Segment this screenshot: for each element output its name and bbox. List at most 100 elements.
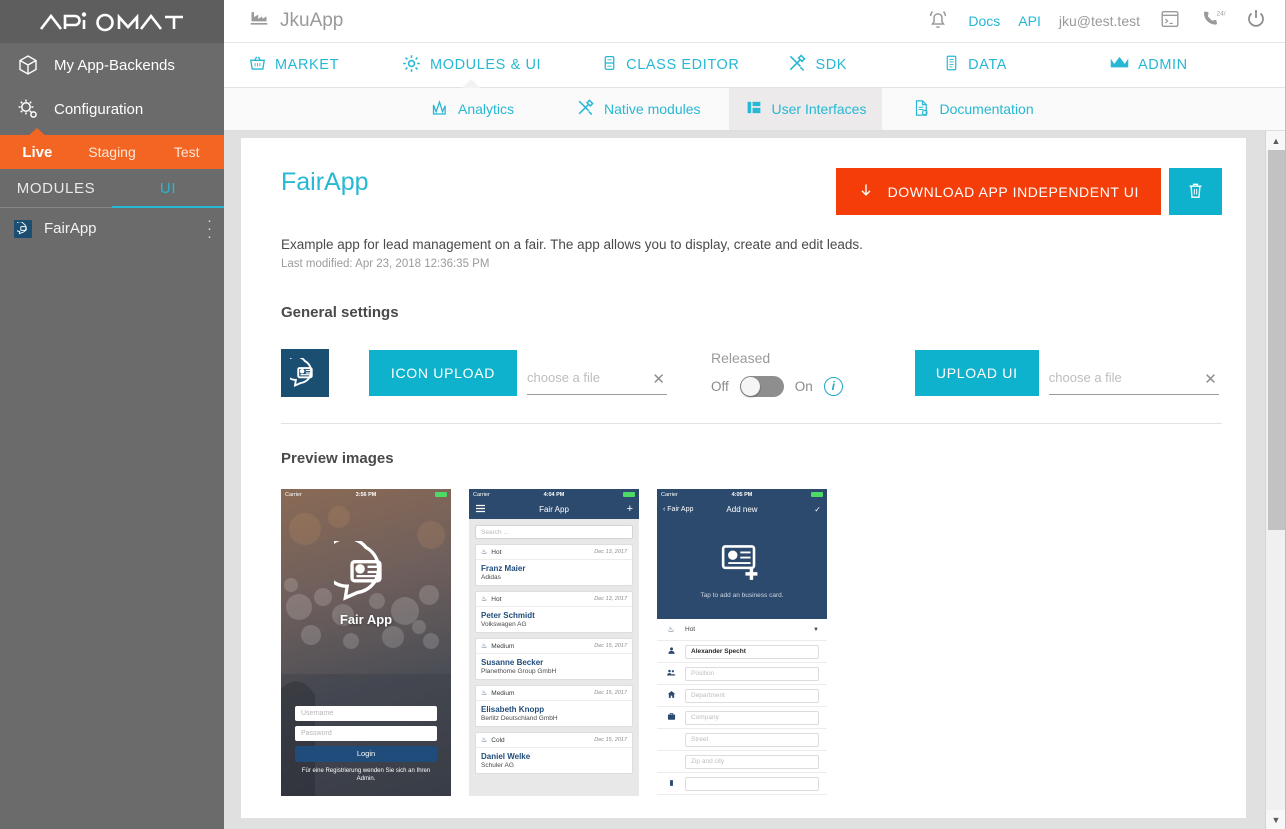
tab-ui[interactable]: UI	[112, 169, 224, 207]
phone-24-7-icon[interactable]: 24/7	[1200, 8, 1230, 35]
tab-label: Documentation	[939, 101, 1034, 117]
people-icon	[665, 668, 677, 679]
crown-icon	[1109, 54, 1130, 76]
field-row[interactable]: Company	[657, 707, 827, 729]
lead-meta: ♨ Cold Dec 15, 2017	[476, 733, 632, 748]
nav-admin[interactable]: ADMIN	[1109, 54, 1188, 76]
fairapp-bubble-icon	[321, 536, 382, 601]
position-input[interactable]: Position	[685, 666, 819, 681]
tab-label: Analytics	[458, 101, 515, 117]
tab-analytics[interactable]: Analytics	[414, 88, 530, 130]
lead-meta: ♨ Medium Dec 15, 2017	[476, 639, 632, 654]
lead-date: Dec 13, 2017	[594, 596, 627, 602]
notification-bell-icon[interactable]	[926, 7, 950, 36]
document-icon	[912, 98, 930, 121]
nav-bar: Fair App +	[469, 500, 639, 519]
nav-sdk[interactable]: SDK	[787, 53, 847, 77]
lead-temperature: Medium	[491, 689, 515, 697]
upload-ui-button[interactable]: UPLOAD UI	[914, 350, 1039, 396]
sidebar-module-fairapp[interactable]: FairApp · · ·	[0, 208, 224, 249]
tab-modules[interactable]: MODULES	[0, 169, 112, 207]
released-toggle-row: Off On i	[711, 375, 843, 397]
vertical-scrollbar[interactable]: ▲ ▼	[1265, 131, 1286, 829]
search-input[interactable]: Search ...	[475, 525, 633, 539]
field-row[interactable]: Department	[657, 685, 827, 707]
main-navigation: MARKET MODULES & UI CLASS EDITOR SDK DAT…	[224, 43, 1286, 90]
name-input[interactable]: Alexander Specht	[685, 644, 819, 659]
list-item[interactable]: ♨ Hot Dec 13, 2017 Peter Schmidt Volkswa…	[475, 591, 633, 633]
sub-navigation: Analytics Native modules User Interfaces	[224, 88, 1286, 131]
street-input[interactable]: Street	[685, 732, 819, 747]
list-item[interactable]: ♨ Medium Dec 15, 2017 Elisabeth Knopp Be…	[475, 685, 633, 727]
list-item[interactable]: ♨ Medium Dec 15, 2017 Susanne Becker Pla…	[475, 638, 633, 680]
icon-upload-button[interactable]: ICON UPLOAD	[369, 350, 517, 396]
password-input[interactable]: Password	[295, 725, 437, 741]
nav-market[interactable]: MARKET	[248, 54, 339, 77]
phone-input[interactable]	[685, 776, 819, 791]
list-item[interactable]: ♨ Hot Dec 13, 2017 Franz Maier Adidas	[475, 544, 633, 586]
nav-modules-and-ui[interactable]: MODULES & UI	[401, 53, 541, 90]
env-tab-test[interactable]: Test	[149, 135, 224, 169]
preview-login-screen[interactable]: Carrier 3:56 PM Fair App Username Passwo…	[281, 489, 451, 796]
field-row[interactable]: Alexander Specht	[657, 641, 827, 663]
lead-company: Schuler AG	[481, 762, 514, 769]
preview-images-title: Preview images	[281, 450, 394, 467]
scrollbar-thumb[interactable]	[1268, 150, 1285, 530]
company-input[interactable]: Company	[685, 710, 819, 725]
info-circle-icon[interactable]: i	[823, 376, 843, 396]
api-link[interactable]: API	[1018, 13, 1041, 29]
env-tab-live[interactable]: Live	[0, 135, 75, 169]
clear-x-icon[interactable]: ✕	[1204, 370, 1217, 388]
user-email-label[interactable]: jku@test.test	[1059, 13, 1140, 29]
nav-class-editor[interactable]: CLASS EDITOR	[601, 53, 739, 77]
power-off-icon[interactable]	[1244, 7, 1268, 36]
apiomat-logo[interactable]	[0, 0, 224, 43]
app-name-label: Fair App	[339, 612, 393, 627]
left-sidebar: My App-Backends Configuration Live Stagi…	[0, 0, 224, 829]
terminal-icon[interactable]	[1158, 8, 1182, 35]
chevron-down-icon: ▼	[813, 626, 819, 633]
field-row[interactable]: Position	[657, 663, 827, 685]
current-app[interactable]: JkuApp	[248, 8, 343, 34]
nav-bar: ‹ Fair App Add new ✓	[657, 500, 827, 519]
ui-file-field[interactable]: choose a file ✕	[1048, 351, 1219, 395]
preview-images-list: Carrier 3:56 PM Fair App Username Passwo…	[281, 489, 1222, 796]
tab-user-interfaces[interactable]: User Interfaces	[728, 88, 883, 130]
download-app-independent-ui-button[interactable]: DOWNLOAD APP INDEPENDENT UI	[835, 168, 1161, 215]
tab-documentation[interactable]: Documentation	[896, 88, 1049, 130]
business-card-dropzone[interactable]: Tap to add an business card.	[657, 519, 827, 619]
delete-ui-button[interactable]	[1169, 168, 1222, 215]
status-bar: Carrier 4:04 PM	[469, 489, 639, 500]
username-input[interactable]: Username	[295, 705, 437, 721]
tab-native-modules[interactable]: Native modules	[560, 88, 717, 130]
content-area: FairApp DOWNLOAD APP INDEPENDENT UI Exam…	[224, 131, 1265, 829]
nav-data[interactable]: DATA	[943, 53, 1007, 77]
env-tab-staging[interactable]: Staging	[75, 135, 150, 169]
released-setting: Released Off On i	[711, 350, 843, 397]
icon-file-field[interactable]: choose a file ✕	[527, 351, 667, 395]
released-toggle[interactable]	[739, 375, 784, 397]
sidebar-item-my-app-backends[interactable]: My App-Backends	[0, 43, 224, 87]
preview-add-new-screen[interactable]: Carrier 4:05 PM ‹ Fair App Add new ✓ Tap…	[657, 489, 827, 796]
environment-tabs: Live Staging Test	[0, 128, 224, 169]
scroll-down-arrow[interactable]: ▼	[1266, 810, 1286, 829]
data-list-icon	[943, 53, 960, 77]
field-row[interactable]	[657, 773, 827, 795]
scroll-up-arrow[interactable]: ▲	[1266, 131, 1286, 150]
sidebar-item-configuration[interactable]: Configuration	[0, 87, 224, 131]
list-item[interactable]: ♨ Cold Dec 15, 2017 Daniel Welke Schuler…	[475, 732, 633, 774]
lead-date: Dec 15, 2017	[594, 690, 627, 696]
field-row[interactable]: Street	[657, 729, 827, 751]
field-row[interactable]: Zip and city	[657, 751, 827, 773]
kebab-menu-icon[interactable]: · · ·	[207, 213, 212, 244]
toggle-off-label: Off	[711, 378, 729, 394]
lead-name: Daniel Welke	[481, 752, 531, 761]
preview-lead-list-screen[interactable]: Carrier 4:04 PM Fair App + Search ... ♨ …	[469, 489, 639, 796]
clear-x-icon[interactable]: ✕	[652, 370, 665, 388]
module-ui-tabs: MODULES UI	[0, 169, 224, 208]
login-button[interactable]: Login	[295, 745, 437, 762]
department-input[interactable]: Department	[685, 688, 819, 703]
zip-city-input[interactable]: Zip and city	[685, 754, 819, 769]
docs-link[interactable]: Docs	[968, 13, 1000, 29]
temperature-select[interactable]: ♨ Hot ▼	[657, 619, 827, 641]
